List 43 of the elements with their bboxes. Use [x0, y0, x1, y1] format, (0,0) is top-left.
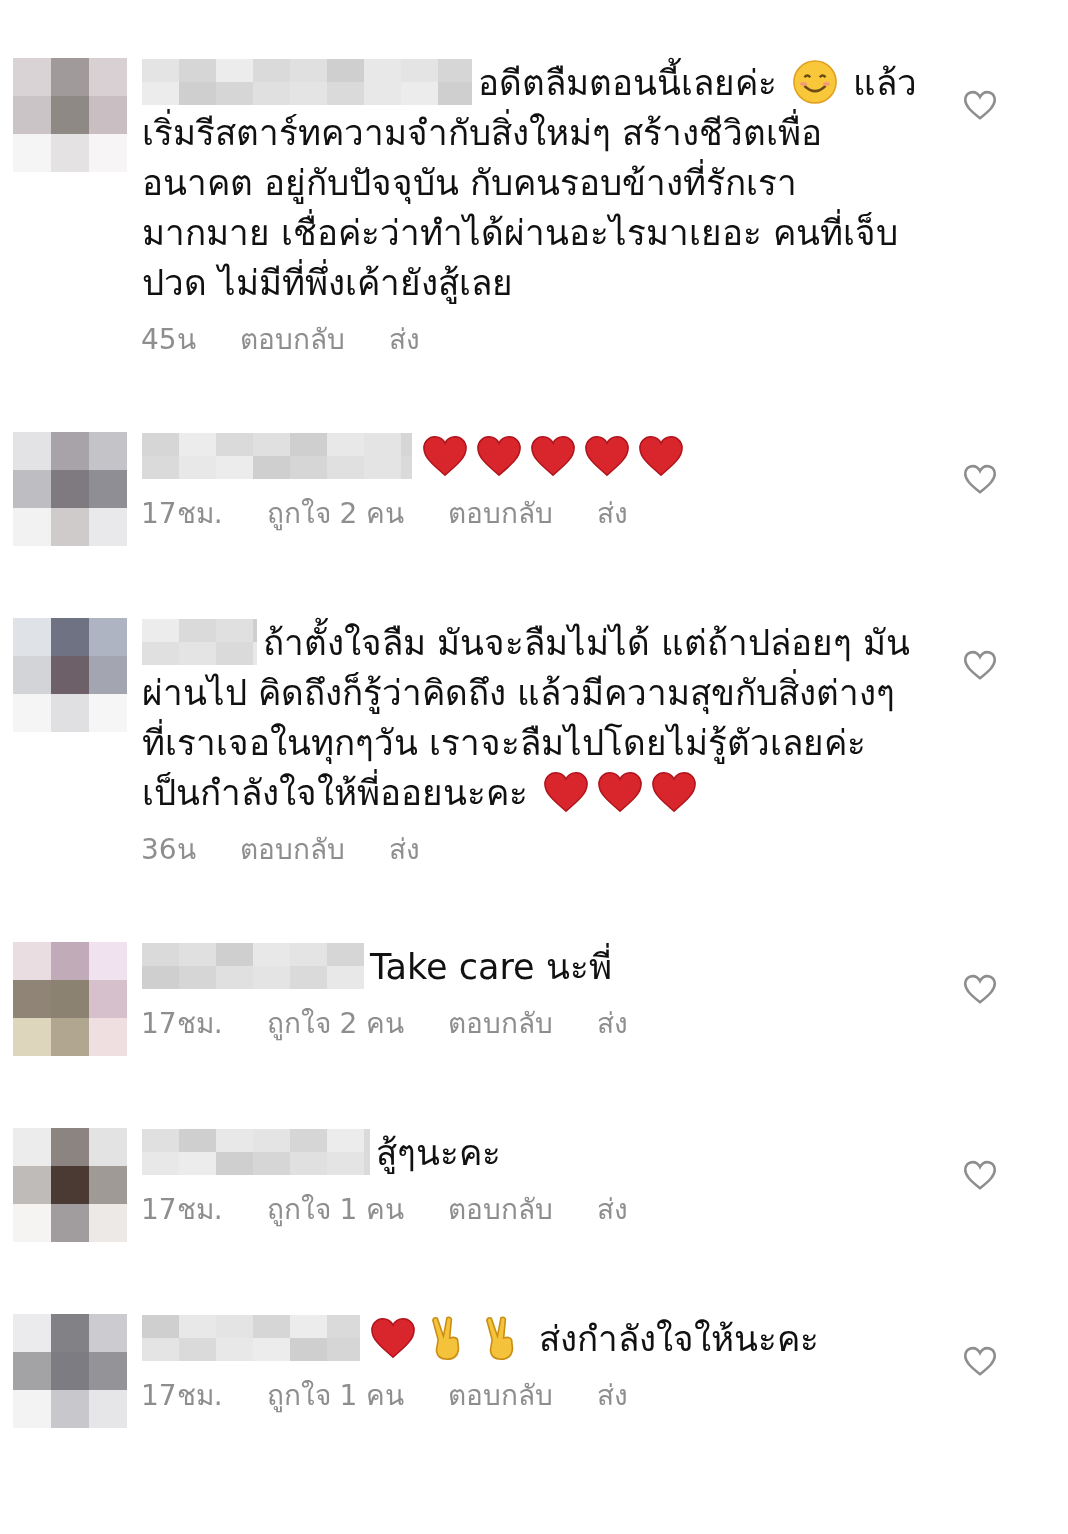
heart-icon[interactable] — [963, 650, 997, 681]
heart-icon[interactable] — [963, 974, 997, 1005]
heart-icon — [597, 769, 644, 815]
comment-text: ถ้าตั้งใจลืม มันจะลืมไม่ได้ แต่ถ้าปล่อยๆ มันผ่านไป คิดถึงก็รู้ว่าคิดถึง แล้วมีความสุขกับสิ่งต่างๆ ที่เราเจอในทุกๆวัน เราจะลืมไปโดยไม่รู้ตัวเลยค่ะ เป็นกำลังใจให้พี่ออยนะคะ — [141, 618, 921, 818]
heart-icon — [638, 433, 684, 479]
heart-icon — [370, 1315, 416, 1361]
heart-icon — [651, 769, 698, 815]
comment-time: 17ชม. — [141, 1006, 223, 1042]
reply-link[interactable]: ตอบกลับ — [239, 320, 345, 360]
reply-link[interactable]: ตอบกลับ — [448, 1004, 554, 1044]
heart-icon — [584, 433, 630, 479]
send-link[interactable]: ส่ง — [388, 320, 420, 360]
likes-count-link[interactable]: ถูกใจ 2 คน — [266, 494, 405, 534]
reply-link[interactable]: ตอบกลับ — [448, 1190, 554, 1230]
comment-time: 17ชม. — [141, 1378, 223, 1414]
send-link[interactable]: ส่ง — [597, 1190, 629, 1230]
comment-text: อดีตลืมตอนนี้เลยค่ะ แล้วเริ่มรีสตาร์ทความจำกับสิ่งใหม่ๆ สร้างชีวิตเพื่ออนาคต อยู่กับปัจจุบัน กับคนรอบข้างที่รักเรามากมาย เชื่อค่ะว่าทำได้ผ่านอะไรมาเยอะ คนที่เจ็บปวด ไม่มีที่พึ่งเค้ายังสู้เลย — [141, 58, 921, 308]
heart-icon[interactable] — [963, 464, 997, 495]
heart-icon[interactable] — [963, 90, 997, 121]
likes-count-link[interactable]: ถูกใจ 1 คน — [266, 1376, 405, 1416]
send-link[interactable]: ส่ง — [597, 1004, 629, 1044]
comment-time: 45น — [141, 322, 196, 358]
smiling-face-icon — [792, 59, 839, 105]
heart-icon[interactable] — [963, 1346, 997, 1377]
comment-text: สู้ๆนะคะ — [141, 1128, 921, 1178]
send-link[interactable]: ส่ง — [597, 494, 629, 534]
comment-text: ส่งกำลังใจให้นะคะ — [141, 1314, 921, 1364]
send-link[interactable]: ส่ง — [388, 830, 420, 870]
reply-link[interactable]: ตอบกลับ — [448, 1376, 554, 1416]
comment-time: 17ชม. — [141, 1192, 223, 1228]
comment-text: Take care นะพี่ — [141, 942, 921, 992]
send-link[interactable]: ส่ง — [597, 1376, 629, 1416]
comment-time: 36น — [141, 832, 196, 868]
heart-icon[interactable] — [963, 1160, 997, 1191]
heart-icon — [530, 433, 576, 479]
likes-count-link[interactable]: ถูกใจ 2 คน — [266, 1004, 405, 1044]
reply-link[interactable]: ตอบกลับ — [239, 830, 345, 870]
heart-icon — [422, 433, 468, 479]
likes-count-link[interactable]: ถูกใจ 1 คน — [266, 1190, 405, 1230]
heart-icon — [476, 433, 522, 479]
reply-link[interactable]: ตอบกลับ — [448, 494, 554, 534]
comment-time: 17ชม. — [141, 496, 223, 532]
heart-icon — [543, 769, 590, 815]
